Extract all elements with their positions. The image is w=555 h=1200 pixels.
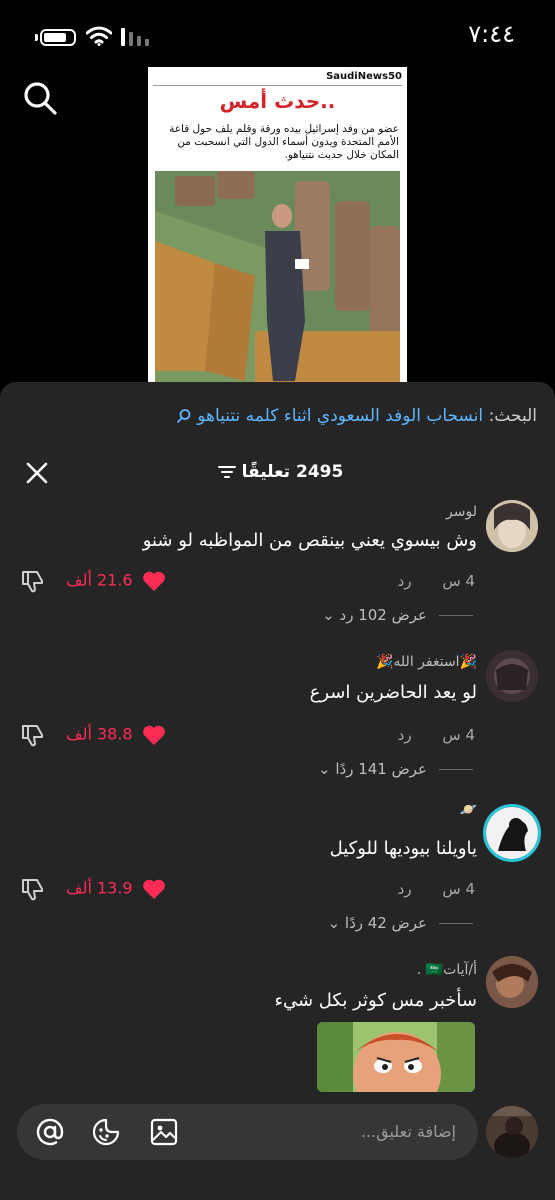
reply-button[interactable]: رد [398, 726, 412, 744]
search-icon[interactable] [22, 80, 58, 116]
current-user-avatar [486, 1106, 538, 1158]
comments-count: 2495 تعليقًا [0, 462, 555, 482]
comment-text: وش بيسوي يعني بينقص من المواظبه لو شنو [142, 530, 477, 551]
avatar[interactable] [483, 804, 541, 862]
comment-time: 4 س [442, 572, 475, 590]
avatar[interactable] [486, 500, 538, 552]
comment-username[interactable]: 🎉استغفر الله🎉 [376, 654, 477, 670]
status-bar: ٧:٤٤ [0, 0, 555, 70]
like-count: 38.8 ألف [66, 724, 133, 744]
image-icon[interactable] [149, 1117, 179, 1147]
dislike-icon[interactable] [20, 876, 46, 902]
like-button[interactable]: 21.6 ألف [66, 570, 166, 592]
view-replies-button[interactable]: عرض 141 ردًا ⌄ [318, 760, 473, 778]
video-headline: حدث أمس.. [219, 89, 336, 113]
heart-icon [142, 725, 165, 745]
view-replies-button[interactable]: عرض 102 رد ⌄ [322, 606, 473, 624]
dislike-icon[interactable] [20, 722, 46, 748]
comments-count-label: 2495 تعليقًا [241, 462, 344, 482]
divider [439, 769, 473, 770]
avatar[interactable] [486, 650, 538, 702]
comment-text: ياويلنا بيوديها للوكيل [329, 838, 477, 859]
related-search-label: البحث: [488, 406, 537, 426]
chevron-down-icon: ⌄ [322, 606, 340, 624]
status-time: ٧:٤٤ [468, 20, 515, 48]
view-replies-label: عرض 141 ردًا [335, 760, 427, 778]
comment-meta: 4 س رد [398, 880, 475, 898]
related-search[interactable]: البحث: انسحاب الوفد السعودي اثناء كلمه ن… [176, 406, 537, 426]
dislike-icon[interactable] [20, 568, 46, 594]
comment-time: 4 س [442, 726, 475, 744]
related-search-query[interactable]: انسحاب الوفد السعودي اثناء كلمه نتنياهو [197, 406, 483, 426]
view-replies-button[interactable]: عرض 42 ردًا ⌄ [328, 914, 473, 932]
emoji-icon[interactable] [91, 1117, 121, 1147]
video-brand: SaudiNews50 [326, 71, 402, 82]
comment-input-bar[interactable]: إضافة تعليق... [17, 1104, 478, 1160]
comment-username[interactable]: لوسر [446, 504, 477, 520]
like-count: 13.9 ألف [66, 878, 133, 898]
divider [439, 615, 473, 616]
chevron-down-icon: ⌄ [318, 760, 336, 778]
divider [439, 923, 473, 924]
filter-icon[interactable] [217, 465, 236, 479]
video-caption: عضو من وفد إسرائيل بيده ورقة وقلم يلف حو… [169, 123, 399, 161]
reply-button[interactable]: رد [398, 572, 412, 590]
comment-meta: 4 س رد [398, 726, 475, 744]
signal-icon [121, 28, 149, 46]
view-replies-label: عرض 42 ردًا [344, 914, 427, 932]
comment-username[interactable]: 🪐 [460, 802, 477, 818]
reply-button[interactable]: رد [398, 880, 412, 898]
comment-text: لو يعد الحاضرين اسرع [309, 682, 477, 703]
like-count: 21.6 ألف [66, 570, 133, 590]
comment-input[interactable]: إضافة تعليق... [361, 1122, 456, 1141]
battery-tip [35, 34, 38, 41]
video-photo [155, 171, 400, 387]
divider [153, 85, 402, 86]
mention-icon[interactable] [35, 1117, 65, 1147]
comment-sticker-image[interactable] [317, 1022, 475, 1092]
like-button[interactable]: 38.8 ألف [66, 724, 166, 746]
comments-sheet: البحث: انسحاب الوفد السعودي اثناء كلمه ن… [0, 382, 555, 1200]
comment-username[interactable]: أ/آيات🇸🇦 . [417, 962, 477, 978]
comment-meta: 4 س رد [398, 572, 475, 590]
heart-icon [142, 879, 165, 899]
heart-icon [142, 571, 165, 591]
video-thumbnail[interactable]: SaudiNews50 حدث أمس.. عضو من وفد إسرائيل… [148, 67, 407, 387]
comment-time: 4 س [442, 880, 475, 898]
view-replies-label: عرض 102 رد [339, 606, 427, 624]
comment-text: سأخبر مس كوثر بكل شيء [274, 990, 477, 1011]
search-icon [176, 409, 191, 423]
like-button[interactable]: 13.9 ألف [66, 878, 166, 900]
avatar[interactable] [486, 956, 538, 1008]
battery-icon [40, 29, 76, 46]
wifi-icon [86, 26, 112, 46]
chevron-down-icon: ⌄ [327, 914, 345, 932]
